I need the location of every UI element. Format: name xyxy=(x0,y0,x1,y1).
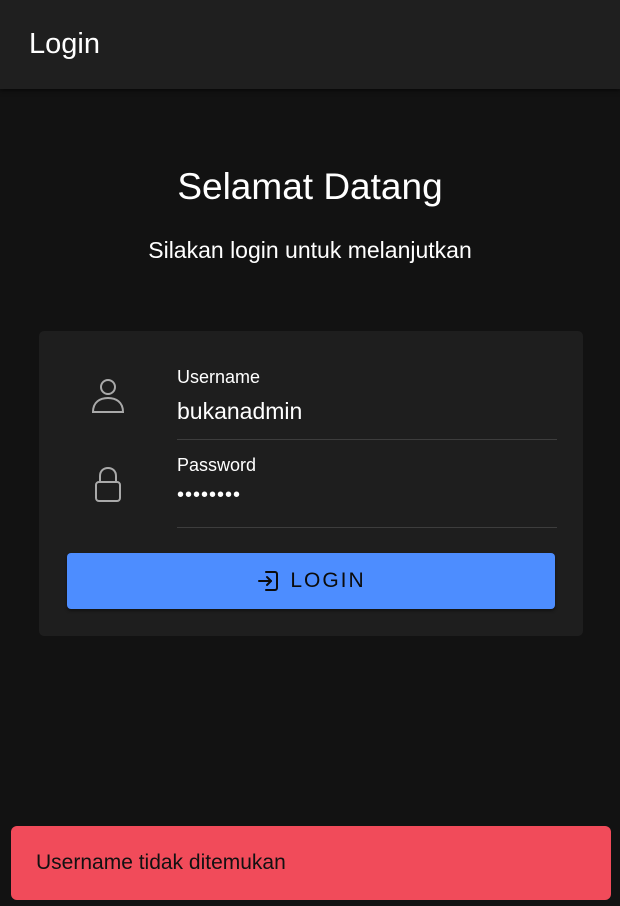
login-button[interactable]: LOGIN xyxy=(67,553,555,609)
error-toast: Username tidak ditemukan xyxy=(11,826,611,900)
password-input[interactable]: •••••••• xyxy=(177,484,557,507)
username-field[interactable]: Username bukanadmin xyxy=(177,367,557,440)
welcome-subtitle: Silakan login untuk melanjutkan xyxy=(148,237,472,263)
password-field[interactable]: Password •••••••• xyxy=(177,455,557,528)
toast-message: Username tidak ditemukan xyxy=(36,851,286,874)
app-toolbar: Login xyxy=(0,0,620,89)
page-title: Login xyxy=(29,28,100,60)
login-card: Username bukanadmin Password •••••••• LO… xyxy=(39,331,583,636)
login-button-label: LOGIN xyxy=(290,569,366,592)
log-in-icon xyxy=(256,569,280,593)
username-label: Username xyxy=(177,367,261,387)
password-label: Password xyxy=(177,455,257,475)
username-input[interactable]: bukanadmin xyxy=(177,398,557,425)
lock-icon xyxy=(90,465,126,505)
welcome-title: Selamat Datang xyxy=(177,166,443,207)
person-icon xyxy=(90,375,126,415)
